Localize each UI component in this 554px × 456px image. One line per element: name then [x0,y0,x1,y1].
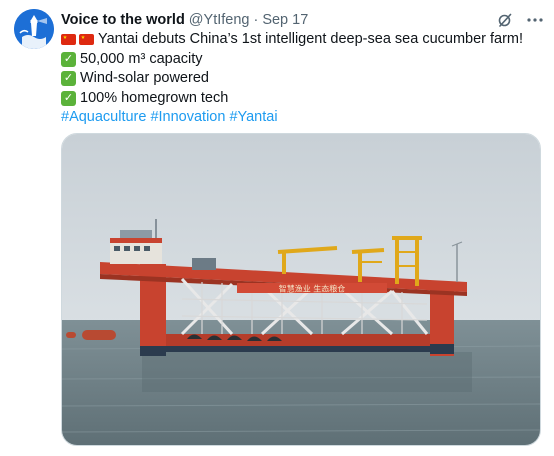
china-flag-icon [79,34,94,46]
platform-photo: 智慧渔业 生态粮仓 [62,134,540,445]
tweet-content: Voice to the world @YtIfeng · Sep 17 Yan… [61,10,543,128]
headline-text: Yantai debuts China’s 1st intelligent de… [98,31,524,47]
point-text: 100% homegrown tech [80,89,229,106]
china-flag-icon [61,34,76,46]
point-text: 50,000 m³ capacity [80,50,203,67]
avatar[interactable] [14,9,54,49]
point-line: ✓ 50,000 m³ capacity [61,50,541,70]
point-line: ✓ 100% homegrown tech [61,89,541,109]
hashtag-link[interactable]: #Yantai [229,108,277,128]
hashtag-link[interactable]: #Innovation [150,108,225,128]
separator-dot: · [253,12,259,28]
headline-line: Yantai debuts China’s 1st intelligent de… [61,30,541,50]
header-actions [497,12,543,28]
check-mark-icon: ✓ [61,90,76,106]
tweet-header: Voice to the world @YtIfeng · Sep 17 [61,10,541,30]
hashtags-line: #Aquaculture #Innovation #Yantai [61,108,541,128]
check-mark-icon: ✓ [61,51,76,67]
hashtag-link[interactable]: #Aquaculture [61,108,146,128]
author-name[interactable]: Voice to the world [61,10,185,30]
post-date[interactable]: Sep 17 [262,10,308,30]
point-text: Wind-solar powered [80,70,209,86]
check-mark-icon: ✓ [61,71,76,87]
tweet-text: Yantai debuts China’s 1st intelligent de… [61,30,541,128]
author-handle[interactable]: @YtIfeng [189,10,250,30]
lighthouse-avatar-icon [14,9,54,49]
tweet-card[interactable]: Voice to the world @YtIfeng · Sep 17 Yan… [0,0,554,456]
point-line: ✓ Wind-solar powered [61,69,541,89]
grok-slash-icon[interactable] [497,12,513,28]
platform-banner-text: 智慧渔业 生态粮仓 [279,284,346,294]
tweet-media-photo[interactable]: 智慧渔业 生态粮仓 [61,133,541,446]
more-dots-icon[interactable] [527,17,543,23]
